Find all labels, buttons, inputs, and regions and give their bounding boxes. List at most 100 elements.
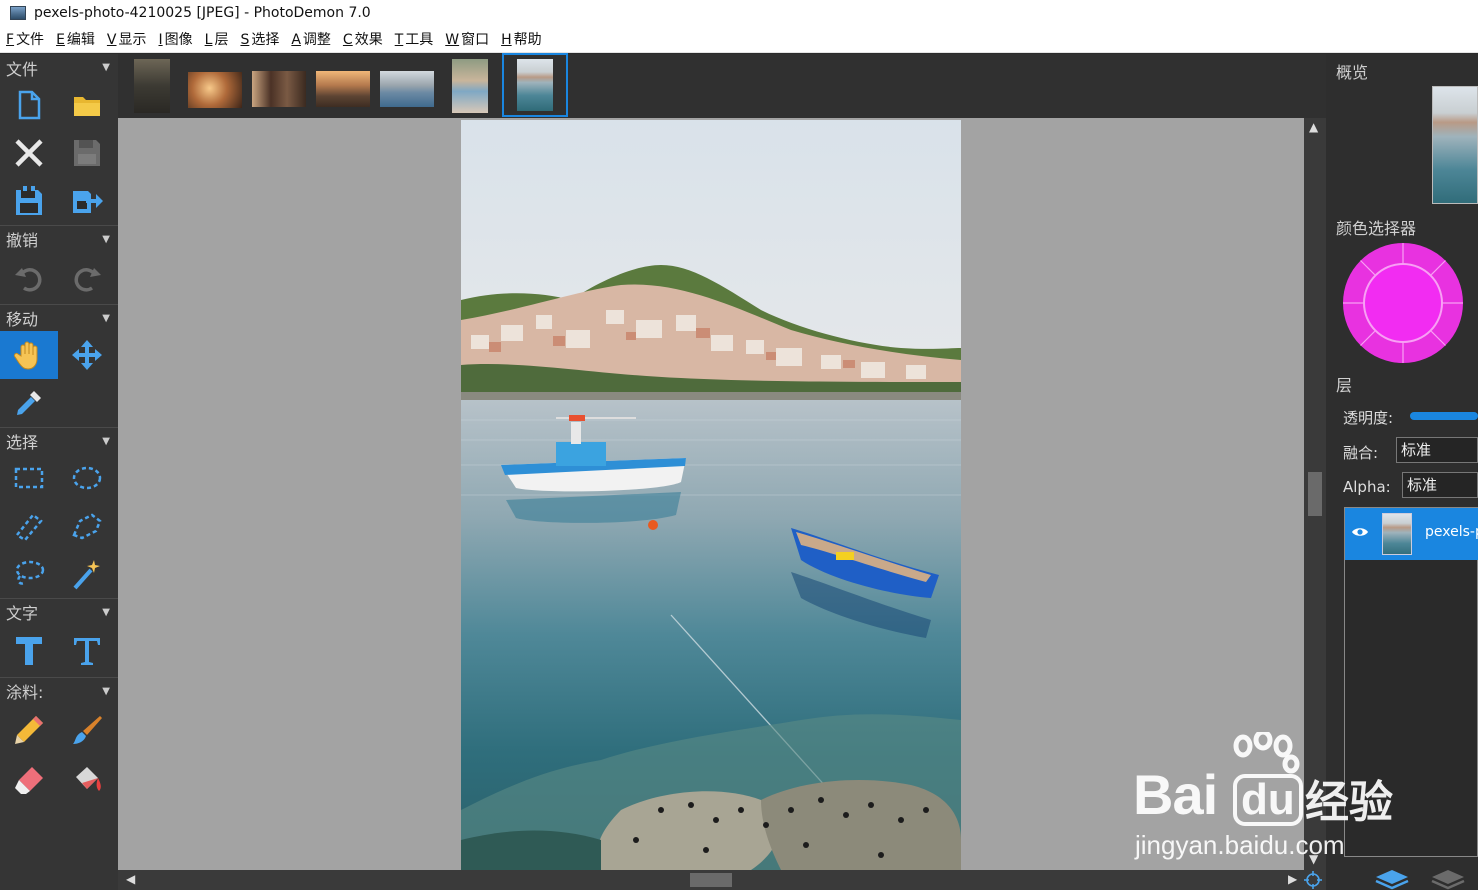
menu-effects[interactable]: C 效果 (343, 29, 383, 49)
paintbrush-icon (73, 716, 102, 744)
thumbnail-image (380, 71, 434, 107)
thumbnail-image (188, 72, 242, 108)
image-tab-thumbnail[interactable] (316, 59, 370, 113)
rect-select-tool[interactable] (0, 454, 58, 502)
eraser-icon (15, 767, 43, 794)
right-panel: 概览 颜色选择器 层 透明度: 融合: 标准 Alpha: 标准 pexels-… (1326, 54, 1478, 890)
chevron-down-icon: ▼ (102, 312, 110, 324)
blend-mode-select[interactable]: 标准 (1396, 437, 1478, 463)
basic-text-tool[interactable] (0, 625, 58, 677)
vertical-scroll-thumb[interactable] (1308, 472, 1322, 516)
layer-thumbnail (1382, 513, 1412, 555)
section-file[interactable]: 文件 ▼ (0, 54, 118, 81)
save-disk-icon (74, 140, 100, 166)
menu-adjust[interactable]: A 调整 (291, 29, 331, 49)
image-tab-thumbnail[interactable] (134, 59, 170, 113)
image-tab-thumbnail[interactable] (188, 59, 242, 113)
menu-file[interactable]: F 文件 (6, 29, 44, 49)
overview-preview[interactable] (1432, 86, 1478, 204)
close-image-button[interactable] (0, 129, 58, 177)
line-select-tool[interactable] (0, 502, 58, 550)
thumbnail-image (316, 71, 370, 107)
open-file-button[interactable] (58, 81, 116, 129)
section-paint[interactable]: 涂料: ▼ (0, 677, 118, 704)
close-icon (15, 139, 43, 167)
image-tab-thumbnail[interactable] (252, 59, 306, 113)
hand-icon (13, 341, 38, 370)
scroll-down-icon[interactable]: ▼ (1309, 852, 1318, 866)
horizontal-scrollbar[interactable]: ◀ ▶ (118, 870, 1326, 890)
paint-bucket-tool[interactable] (58, 756, 116, 804)
scroll-right-icon[interactable]: ▶ (1288, 872, 1297, 886)
polygon-select-tool[interactable] (58, 502, 116, 550)
undo-icon (15, 268, 42, 292)
image-tab-thumbnail[interactable] (452, 59, 488, 113)
vertical-scrollbar[interactable]: ▲ ▼ (1304, 118, 1326, 870)
chevron-down-icon: ▼ (102, 435, 110, 447)
section-move[interactable]: 移动 ▼ (0, 304, 118, 331)
layers-stack-icon[interactable] (1374, 868, 1410, 890)
image-canvas[interactable] (118, 118, 1304, 870)
brush-tool[interactable] (58, 704, 116, 756)
section-select[interactable]: 选择 ▼ (0, 427, 118, 454)
image-tab-thumbnail-active[interactable] (502, 53, 568, 117)
layers-list[interactable]: pexels-p (1344, 507, 1478, 857)
ellipse-select-icon (72, 466, 102, 490)
eyedropper-icon (17, 391, 41, 415)
menu-select[interactable]: S 选择 (240, 29, 279, 49)
color-picker-tool[interactable] (0, 379, 58, 427)
save-button[interactable] (58, 129, 116, 177)
section-undo[interactable]: 撤销 ▼ (0, 225, 118, 252)
menu-tools[interactable]: T 工具 (395, 29, 434, 49)
lasso-select-tool[interactable] (0, 550, 58, 598)
alpha-mode-label: Alpha: (1343, 478, 1391, 496)
redo-button[interactable] (58, 252, 116, 304)
menu-edit[interactable]: E 编辑 (56, 29, 95, 49)
menu-image[interactable]: I 图像 (159, 29, 193, 49)
harbor-photo (461, 120, 961, 870)
export-button[interactable] (58, 177, 116, 225)
ellipse-select-tool[interactable] (58, 454, 116, 502)
menu-bar: F 文件 E 编辑 V 显示 I 图像 L层 S 选择 A 调整 C 效果 T 工具 W 窗口 H… (0, 26, 1478, 53)
pencil-tool[interactable] (0, 704, 58, 756)
menu-view[interactable]: V 显示 (107, 29, 147, 49)
layer-name: pexels-p (1425, 524, 1478, 540)
menu-help[interactable]: H 帮助 (501, 29, 542, 49)
layers-stack-alt-icon[interactable] (1430, 868, 1466, 890)
new-file-icon (18, 90, 41, 120)
typography-text-tool[interactable] (58, 625, 116, 677)
toolbox: 文件 ▼ 撤销 ▼ 移动 ▼ 选择 ▼ 文字 ▼ 涂料: ▼ (0, 54, 118, 890)
layer-item[interactable]: pexels-p (1345, 508, 1478, 560)
lasso-icon (15, 560, 45, 585)
app-image-icon (10, 6, 26, 20)
scroll-up-icon[interactable]: ▲ (1309, 120, 1318, 134)
polygon-select-icon (72, 513, 102, 540)
export-icon (73, 191, 103, 213)
undo-button[interactable] (0, 252, 58, 304)
thumbnail-image (452, 59, 488, 113)
chevron-down-icon: ▼ (102, 233, 110, 245)
chevron-down-icon: ▼ (102, 685, 110, 697)
center-view-icon[interactable] (1304, 871, 1322, 889)
menu-layer[interactable]: L层 (205, 29, 229, 49)
section-text[interactable]: 文字 ▼ (0, 598, 118, 625)
overview-image (1433, 87, 1477, 203)
scroll-left-icon[interactable]: ◀ (126, 872, 135, 886)
thumbnail-image (134, 59, 170, 113)
image-tab-thumbnail[interactable] (380, 59, 434, 113)
hand-tool[interactable] (0, 331, 58, 379)
save-as-button[interactable] (0, 177, 58, 225)
new-file-button[interactable] (0, 81, 58, 129)
opacity-slider[interactable] (1410, 412, 1478, 420)
redo-icon (74, 268, 101, 292)
chevron-down-icon: ▼ (102, 62, 110, 73)
magic-wand-tool[interactable] (58, 550, 116, 598)
eraser-tool[interactable] (0, 756, 58, 804)
menu-window[interactable]: W 窗口 (445, 29, 489, 49)
eye-visibility-icon[interactable] (1351, 526, 1369, 538)
horizontal-scroll-thumb[interactable] (690, 873, 732, 887)
alpha-mode-select[interactable]: 标准 (1402, 472, 1478, 498)
move-tool[interactable] (58, 331, 116, 379)
blend-mode-label: 融合: (1343, 444, 1379, 462)
color-wheel[interactable] (1342, 242, 1464, 364)
